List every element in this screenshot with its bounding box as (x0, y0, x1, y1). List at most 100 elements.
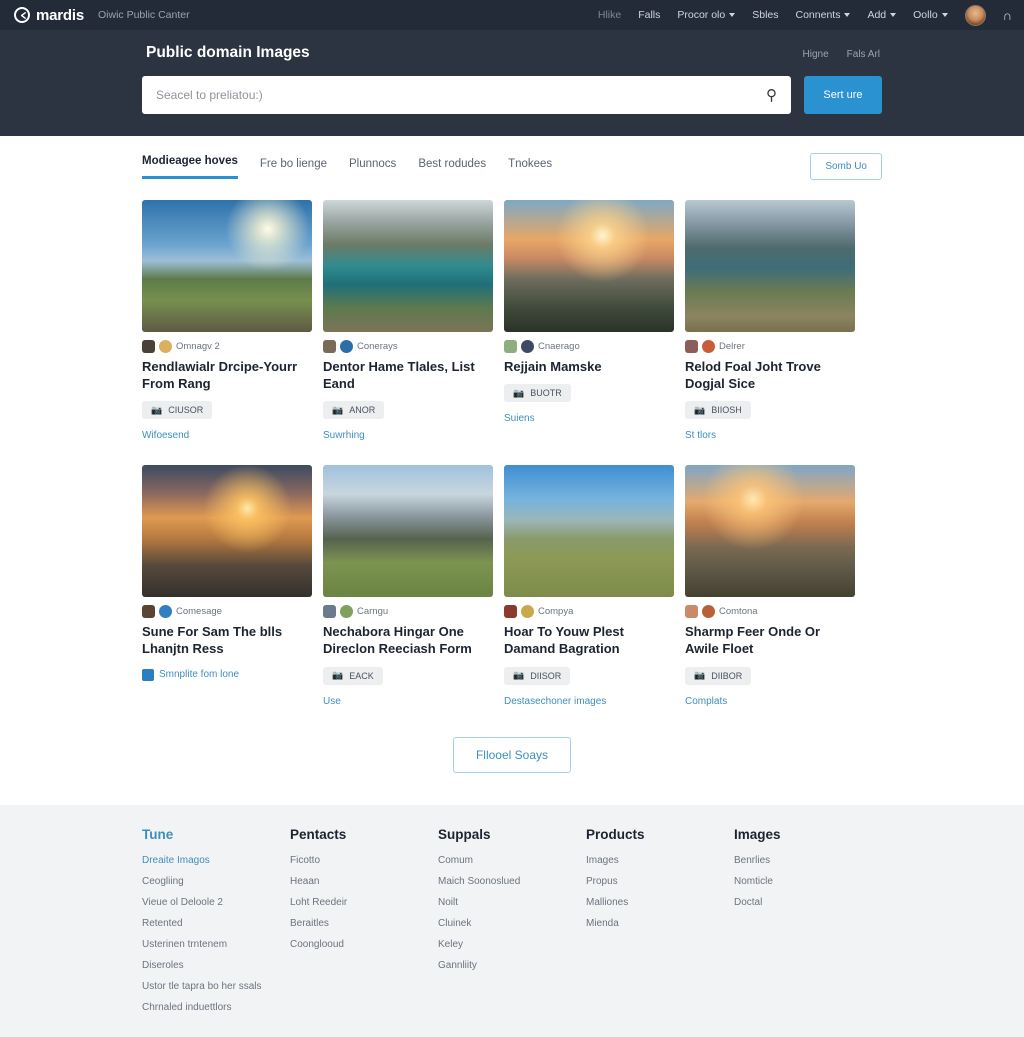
top-nav-label: Procor olo (677, 9, 726, 21)
footer-link[interactable]: Benrlies (734, 855, 882, 866)
card-link[interactable]: Use (323, 696, 493, 707)
top-nav-item-2[interactable]: Procor olo (677, 9, 736, 21)
footer-link[interactable]: Ustor tle tapra bo her ssals (142, 981, 290, 992)
footer-column-heading: Images (734, 826, 781, 842)
avatar-chip-icon (504, 605, 517, 619)
image-card[interactable]: Omnagv 2 Rendlawialr Drcipe-Yourr From Ra… (142, 200, 312, 441)
footer-link[interactable]: Dreaite Imagos (142, 855, 290, 866)
card-title[interactable]: Rendlawialr Drcipe-Yourr From Rang (142, 358, 312, 392)
hero-link-1[interactable]: Fals Arl (847, 49, 880, 60)
card-title[interactable]: Sharmp Feer Onde Or Awile Floet (685, 623, 855, 657)
card-thumbnail[interactable] (504, 465, 674, 598)
image-card[interactable]: Compya Hoar To Youw Plest Damand Bagratio… (504, 465, 674, 707)
top-nav-item-1[interactable]: Falls (638, 9, 660, 21)
card-link[interactable]: Complats (685, 696, 855, 707)
image-card[interactable]: Delrer Relod Foal Joht Trove Dogjal Sice 📷… (685, 200, 855, 441)
avatar-chip-icon (685, 340, 698, 353)
card-title[interactable]: Nechabora Hingar One Direclon Reeciash F… (323, 623, 493, 657)
footer-link[interactable]: Noilt (438, 897, 586, 908)
top-nav-item-0[interactable]: Hlike (598, 9, 621, 21)
camera-icon: 📷 (513, 670, 525, 681)
footer-link[interactable]: Images (586, 855, 734, 866)
avatar-chip-icon (159, 340, 172, 353)
footer-link[interactable]: Maich Soonoslued (438, 876, 586, 887)
footer-link[interactable]: Doctal (734, 897, 882, 908)
tab-2[interactable]: Plunnocs (349, 158, 396, 179)
footer-link[interactable]: Gannliity (438, 960, 586, 971)
avatar[interactable] (964, 4, 986, 26)
brand-name: mardis (36, 6, 84, 24)
footer-column-2: Suppals Comum Maich Soonoslued Noilt Cluinek… (438, 827, 586, 1023)
brand-logo[interactable]: mardis (14, 7, 84, 24)
hero-search-section: Public domain Images Higne Fals Arl ⚲ Ser… (0, 30, 1024, 136)
footer-link[interactable]: Beraitles (290, 918, 438, 929)
load-more-button[interactable]: Fllooel Soays (452, 736, 572, 773)
top-nav-item-5[interactable]: Add (867, 9, 897, 21)
footer-link[interactable]: Usterinen trntenem (142, 939, 290, 950)
card-thumbnail[interactable] (504, 200, 674, 332)
footer-columns: Tune Dreaite Imagos Ceogliing Vieue ol Delo… (142, 827, 882, 1023)
footer-link[interactable]: Cluinek (438, 918, 586, 929)
footer-link[interactable]: Diseroles (142, 960, 290, 971)
chevron-down-icon (844, 13, 851, 17)
card-meta: Comesage (142, 605, 312, 619)
footer-link[interactable]: Retented (142, 918, 290, 929)
card-title[interactable]: Relod Foal Joht Trove Dogjal Sice (685, 358, 855, 392)
card-thumbnail[interactable] (685, 465, 855, 598)
card-link[interactable]: St tlors (685, 430, 855, 441)
card-title[interactable]: Sune For Sam The blls Lhanjtn Ress (142, 623, 312, 657)
footer-link[interactable]: Chrnaled induettlors (142, 1002, 290, 1013)
hero-link-0[interactable]: Higne (803, 49, 829, 60)
card-link[interactable]: Smnplite fom lone (142, 668, 312, 681)
card-author: Comesage (176, 606, 222, 618)
card-link-label: Use (323, 695, 341, 707)
footer-link[interactable]: Mienda (586, 918, 734, 929)
image-card[interactable]: Carngu Nechabora Hingar One Direclon Reec… (323, 465, 493, 707)
top-nav-item-6[interactable]: Oollo (913, 9, 948, 21)
card-link[interactable]: Destasechoner images (504, 696, 674, 707)
card-badge: 📷 BUOTR (504, 384, 571, 403)
search-button[interactable]: Sert ure (804, 76, 882, 114)
footer-link[interactable]: Ceogliing (142, 876, 290, 887)
top-nav-item-3[interactable]: Sbles (752, 9, 778, 21)
card-thumbnail[interactable] (142, 200, 312, 332)
search-input[interactable] (156, 88, 766, 102)
tab-0[interactable]: Modieagee hoves (142, 155, 238, 179)
image-card[interactable]: Comesage Sune For Sam The blls Lhanjtn Re… (142, 465, 312, 706)
footer-link[interactable]: Coonglooud (290, 939, 438, 950)
card-title[interactable]: Hoar To Youw Plest Damand Bagration (504, 623, 674, 657)
card-link-label: St tlors (685, 430, 717, 442)
footer-link[interactable]: Vieue ol Deloole 2 (142, 897, 290, 908)
card-thumbnail[interactable] (323, 465, 493, 598)
footer-link[interactable]: Propus (586, 876, 734, 887)
footer-link[interactable]: Nomticle (734, 876, 882, 887)
sort-button[interactable]: Somb Uo (810, 153, 882, 180)
footer-link[interactable]: Loht Reedeir (290, 897, 438, 908)
footer-link[interactable]: Ficotto (290, 855, 438, 866)
tab-1[interactable]: Fre bo lienge (260, 158, 327, 179)
top-nav-item-4[interactable]: Connents (796, 9, 851, 21)
image-card[interactable]: Cnaerago Rejjain Mamske 📷 BUOTR Suiens (504, 200, 674, 441)
tab-3[interactable]: Best rodudes (418, 158, 486, 179)
footer-column-heading: Suppals (438, 826, 491, 842)
search-box[interactable]: ⚲ (142, 76, 791, 114)
image-card[interactable]: Comtona Sharmp Feer Onde Or Awile Floet 📷 D… (685, 465, 855, 707)
footer-link[interactable]: Comum (438, 855, 586, 866)
footer-link[interactable]: Malliones (586, 897, 734, 908)
search-icon[interactable]: ⚲ (766, 88, 777, 103)
card-thumbnail[interactable] (685, 200, 855, 332)
image-card[interactable]: Conerays Dentor Hame Tlales, List Eand 📷 AN… (323, 200, 493, 441)
card-link[interactable]: Suiens (504, 413, 674, 424)
card-link[interactable]: Wifoesend (142, 430, 312, 441)
notification-bell-icon[interactable]: ∩ (1003, 9, 1012, 22)
card-thumbnail[interactable] (142, 465, 312, 598)
card-link[interactable]: Suwrhing (323, 430, 493, 441)
card-thumbnail[interactable] (323, 200, 493, 332)
tab-4[interactable]: Tnokees (508, 158, 552, 179)
card-title[interactable]: Rejjain Mamske (504, 358, 674, 375)
card-link-label: Suiens (504, 413, 535, 425)
footer-link[interactable]: Heaan (290, 876, 438, 887)
footer-link[interactable]: Keley (438, 939, 586, 950)
card-title[interactable]: Dentor Hame Tlales, List Eand (323, 358, 493, 392)
card-author: Delrer (719, 341, 745, 352)
